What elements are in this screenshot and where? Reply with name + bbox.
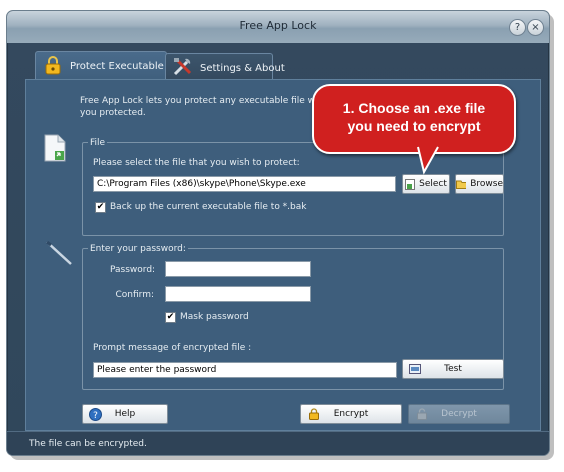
backup-checkbox[interactable]: ✔ [95,202,106,213]
decrypt-label: Decrypt [441,409,477,419]
encrypt-label: Encrypt [333,409,369,419]
intro-line-2: you protected. [80,108,146,118]
browse-label: Browse [470,179,503,189]
test-icon [409,364,421,374]
file-group-title: File [88,138,108,148]
close-button[interactable]: × [527,19,544,36]
test-button[interactable]: Test [402,359,504,379]
svg-text:?: ? [93,411,98,421]
file-icon [44,134,66,162]
tools-icon [173,58,192,76]
decrypt-button[interactable]: Decrypt [408,404,510,424]
unlock-icon [417,408,427,420]
help-label: Help [114,409,136,419]
password-field[interactable] [165,261,311,277]
prompt-label: Prompt message of encrypted file : [93,343,252,353]
pen-icon [46,240,72,265]
padlock-icon [45,56,61,75]
encrypt-button[interactable]: Encrypt [300,404,402,424]
lock-icon [309,408,319,420]
status-bar: The file can be encrypted. [7,431,549,455]
callout-pointer [417,146,439,175]
title-bar: Free App Lock ? × [7,11,549,43]
password-group-title: Enter your password: [88,244,188,254]
help-button[interactable]: ? Help [82,404,168,424]
help-title-button[interactable]: ? [509,19,526,36]
help-icon: ? [89,408,102,421]
mask-password-label: Mask password [180,312,249,322]
file-instruction: Please select the file that you wish to … [93,158,300,168]
select-icon [405,178,416,190]
password-label: Password: [110,265,156,275]
app-window: Free App Lock ? × Protect Executable Fil… [6,10,550,456]
callout-line-1: 1. Choose an .exe file [342,100,486,116]
browse-button[interactable]: Browse [455,174,504,194]
file-path-input[interactable]: C:\Program Files (x86)\skype\Phone\Skype… [93,176,396,192]
confirm-label: Confirm: [115,290,154,300]
window-title: Free App Lock [239,19,317,32]
folder-icon [456,180,467,189]
callout-line-2: you need to encrypt [347,118,481,134]
prompt-message-input[interactable]: Please enter the password [93,362,397,378]
select-button[interactable]: Select [402,174,450,194]
tab-protect-executable-file[interactable]: Protect Executable File [35,51,184,80]
select-label: Select [419,179,447,189]
tab-label: Settings & About [200,63,285,74]
backup-label: Back up the current executable file to *… [110,202,307,212]
status-text: The file can be encrypted. [29,439,147,449]
test-label: Test [444,364,462,374]
mask-password-checkbox[interactable]: ✔ [165,312,176,323]
tab-settings-about[interactable]: Settings & About [165,53,285,80]
confirm-field[interactable] [165,286,311,302]
tutorial-callout: 1. Choose an .exe file you need to encry… [312,84,516,154]
